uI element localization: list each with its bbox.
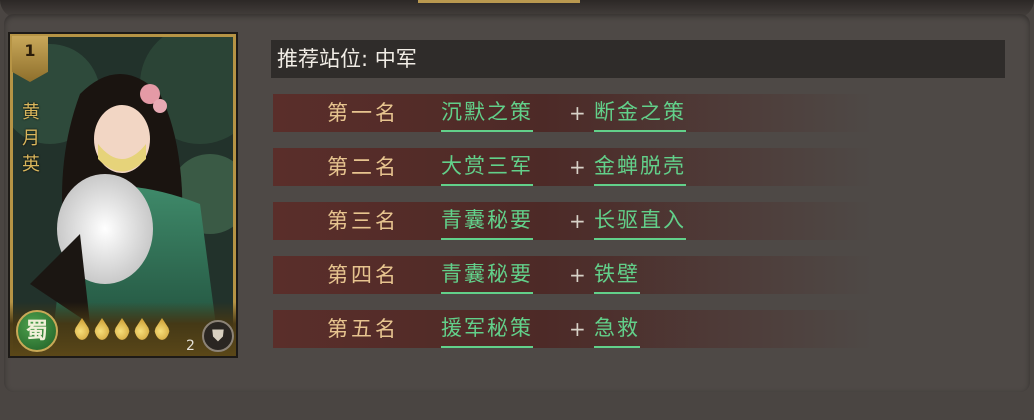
recommended-position: 推荐站位: 中军 (271, 40, 1005, 78)
star-drop-icon (94, 318, 110, 340)
plus-sign: + (569, 101, 586, 125)
skill-link[interactable]: 大赏三军 (441, 148, 533, 186)
skill-link[interactable]: 沉默之策 (441, 94, 533, 132)
plus-sign: + (569, 317, 586, 341)
rank-label: 第四名 (327, 263, 399, 287)
plus-sign: + (569, 209, 586, 233)
rank-label: 第二名 (327, 155, 399, 179)
star-drop-icon (134, 318, 150, 340)
skill-link[interactable]: 断金之策 (594, 94, 686, 132)
rank-label: 第三名 (327, 209, 399, 233)
recommend-row: 第四名 青囊秘要 + 铁壁 (273, 256, 873, 294)
plus-sign: + (569, 263, 586, 287)
star-drop-icon (114, 318, 130, 340)
recommend-row: 第一名 沉默之策 + 断金之策 (273, 94, 873, 132)
rank-label: 第一名 (327, 101, 399, 125)
rank-label: 第五名 (327, 317, 399, 341)
hero-name: 黄月英 (22, 102, 40, 175)
skill-link[interactable]: 金蝉脱壳 (594, 148, 686, 186)
troop-type-icon: ⛊ (202, 320, 234, 352)
hero-level: 2 (186, 338, 195, 354)
hero-card[interactable]: 1 黄月英 蜀 2 ⛊ (8, 32, 238, 358)
skill-link[interactable]: 铁壁 (594, 256, 640, 294)
skill-link[interactable]: 青囊秘要 (441, 202, 533, 240)
recommend-row: 第二名 大赏三军 + 金蝉脱壳 (273, 148, 873, 186)
top-accent-tab (418, 0, 580, 3)
skill-link[interactable]: 长驱直入 (594, 202, 686, 240)
skill-link[interactable]: 急救 (594, 310, 640, 348)
recommend-row: 第五名 援军秘策 + 急救 (273, 310, 873, 348)
faction-badge: 蜀 (16, 310, 58, 352)
star-drop-icon (154, 318, 170, 340)
skill-link[interactable]: 援军秘策 (441, 310, 533, 348)
recommend-row: 第三名 青囊秘要 + 长驱直入 (273, 202, 873, 240)
plus-sign: + (569, 155, 586, 179)
skill-link[interactable]: 青囊秘要 (441, 256, 533, 294)
star-row (74, 318, 170, 340)
star-drop-icon (74, 318, 90, 340)
